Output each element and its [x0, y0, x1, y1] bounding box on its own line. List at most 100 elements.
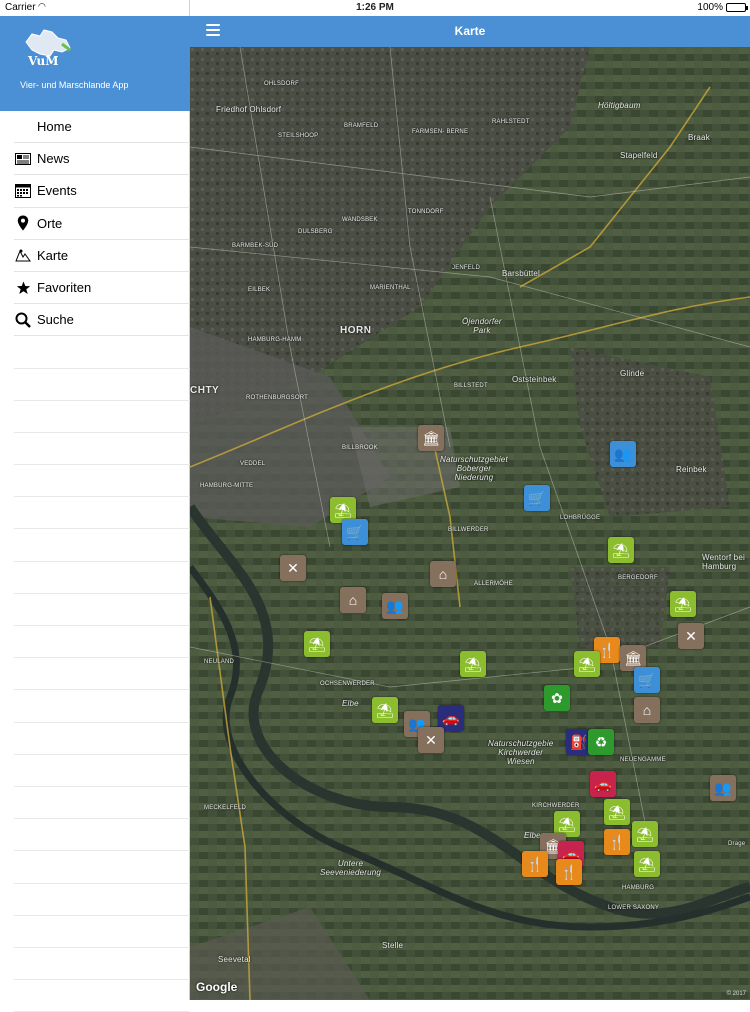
sidebar-item-news[interactable]: News — [14, 143, 190, 176]
map-label: VEDDEL — [240, 461, 266, 467]
app-subtitle: Vier- und Marschlande App — [20, 80, 129, 90]
empty-row — [14, 787, 190, 820]
food-marker[interactable]: 🍴 — [522, 851, 548, 877]
living-marker[interactable]: ⌂ — [340, 587, 366, 613]
location-pin-icon — [14, 215, 32, 231]
map-label: Oststeinbek — [512, 375, 557, 384]
satellite-map[interactable]: OHLSDORF Friedhof Ohlsdorf STEILSHOOP BR… — [190, 47, 750, 1000]
map-label: KIRCHWERDER — [532, 803, 580, 809]
star-icon — [14, 280, 32, 296]
map-label: TONNDORF — [408, 209, 444, 215]
sidebar-header: VuM Vier- und Marschlande App — [0, 16, 190, 111]
sidebar-item-favoriten[interactable]: Favoriten — [14, 272, 190, 305]
calendar-icon — [14, 183, 32, 199]
map-label: Stelle — [382, 941, 404, 950]
sidebar-item-label: Home — [37, 119, 72, 135]
sidebar-item-orte[interactable]: Orte — [14, 208, 190, 240]
sidebar-item-karte[interactable]: Karte — [14, 240, 190, 272]
logo-text: VuM — [28, 54, 59, 68]
repair-marker[interactable]: ✕ — [280, 555, 306, 581]
google-logo: Google — [196, 980, 238, 994]
map-label: CHTY — [190, 385, 220, 396]
battery-percent: 100% — [697, 2, 723, 13]
repair-marker[interactable]: ✕ — [418, 727, 444, 753]
shopping-cart-marker[interactable]: 🛒 — [634, 667, 660, 693]
sidebar-item-events[interactable]: Events — [14, 175, 190, 208]
map-label: BERGEDORF — [618, 575, 658, 581]
beach-marker[interactable]: ⛱ — [304, 631, 330, 657]
recycle-marker[interactable]: ♻ — [588, 729, 614, 755]
map-label: Stapelfeld — [620, 151, 658, 160]
empty-row — [14, 851, 190, 884]
map-label: HAMBURG-HAMM — [248, 337, 302, 343]
shopping-cart-marker[interactable]: 🛒 — [524, 485, 550, 511]
map-label: LOWER SAXONY — [608, 905, 660, 911]
beach-marker[interactable]: ⛱ — [632, 821, 658, 847]
map-label: BILLWERDER — [448, 527, 489, 533]
empty-row — [14, 433, 190, 466]
status-time: 1:26 PM — [356, 2, 394, 13]
page-title: Karte — [454, 24, 486, 38]
map-label: BILLBROOK — [342, 445, 378, 451]
map-label: STEILSHOOP — [278, 133, 319, 139]
map-label: EILBEK — [248, 287, 271, 293]
sidebar-item-label: News — [37, 151, 70, 167]
map-label: Untere Seeveniederung — [320, 859, 382, 877]
empty-row — [14, 755, 190, 787]
empty-row — [14, 594, 190, 626]
map-label: Drage — [728, 841, 746, 847]
empty-row — [14, 916, 190, 948]
map-label: HAMBURG-MITTE — [200, 483, 254, 489]
map-label: HORN — [340, 325, 372, 336]
food-marker[interactable]: 🍴 — [556, 859, 582, 885]
map-label: Höltigbaum — [598, 101, 641, 110]
map-label: MARIENTHAL — [370, 285, 411, 291]
living-marker[interactable]: ⌂ — [430, 561, 456, 587]
empty-row — [14, 658, 190, 691]
living-marker[interactable]: ⌂ — [634, 697, 660, 723]
map-label: HAMBURG — [622, 885, 655, 891]
beach-marker[interactable]: ⛱ — [670, 591, 696, 617]
sidebar-item-label: Orte — [37, 215, 63, 231]
group-marker[interactable]: 👥 — [710, 775, 736, 801]
map-label: NEULAND — [204, 659, 235, 665]
map-icon — [14, 247, 32, 263]
beach-marker[interactable]: ⛱ — [604, 799, 630, 825]
map-label: Öjendorfer Park — [462, 317, 502, 335]
empty-row — [14, 819, 190, 852]
beach-marker[interactable]: ⛱ — [372, 697, 398, 723]
playground-marker[interactable]: ⛱ — [574, 651, 600, 677]
map-label: Reinbek — [676, 465, 707, 474]
map-label: Elbe — [524, 831, 541, 840]
group-marker[interactable]: 👥 — [382, 593, 408, 619]
map-label: Seevetal — [218, 955, 251, 964]
sidebar-item-label: Karte — [37, 247, 69, 263]
battery-icon — [726, 3, 748, 12]
empty-row — [14, 884, 190, 916]
map-label: DULSBERG — [298, 229, 333, 235]
map-label: ROTHENBURGSORT — [246, 395, 309, 401]
group-marker[interactable]: 👥 — [610, 441, 636, 467]
empty-row — [14, 948, 190, 981]
food-marker[interactable]: 🍴 — [604, 829, 630, 855]
empty-row — [14, 369, 190, 401]
map-label: Wentorf bei Hamburg — [702, 553, 745, 571]
beach-marker[interactable]: ⛱ — [460, 651, 486, 677]
map-label: ALLERMÖHE — [474, 581, 513, 587]
flower-marker[interactable]: ✿ — [544, 685, 570, 711]
shopping-cart-marker[interactable]: 🛒 — [342, 519, 368, 545]
search-icon — [14, 312, 32, 328]
sidebar-item-suche[interactable]: Suche — [14, 304, 190, 337]
playground-marker[interactable]: ⛱ — [634, 851, 660, 877]
map-copyright: © 2017 — [726, 991, 746, 997]
repair-marker[interactable]: ✕ — [678, 623, 704, 649]
museum-marker[interactable]: 🏛 — [418, 425, 444, 451]
beach-marker[interactable]: ⛱ — [608, 537, 634, 563]
empty-row — [14, 336, 190, 369]
map-label: FARMSEN- BERNE — [412, 129, 469, 135]
map-label: Barsbüttel — [502, 269, 541, 278]
car-marker[interactable]: 🚗 — [590, 771, 616, 797]
sidebar-item-home[interactable]: Home — [14, 111, 190, 144]
map-label: Glinde — [620, 369, 645, 378]
empty-row — [14, 690, 190, 723]
